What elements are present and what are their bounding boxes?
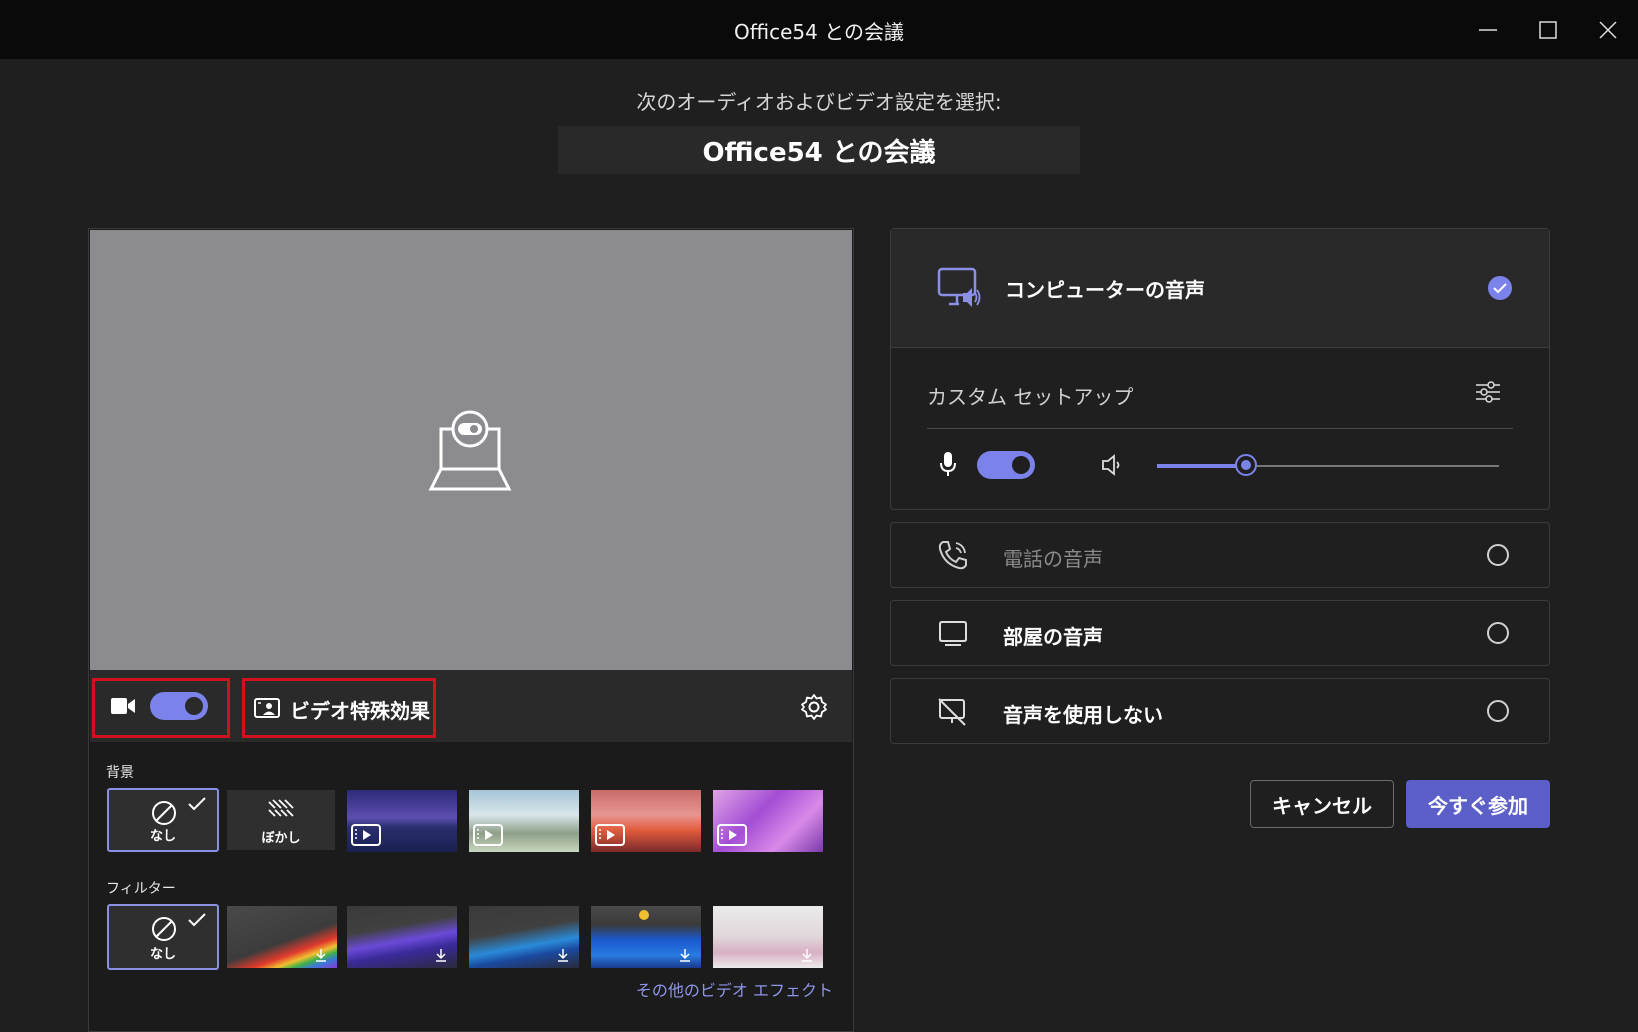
video-play-icon xyxy=(473,824,503,846)
camera-toggle[interactable] xyxy=(150,692,208,720)
background-tile-blur[interactable]: ぼかし xyxy=(227,790,335,850)
video-play-icon xyxy=(351,824,381,846)
title-bar: Office54 との会議 xyxy=(0,0,1638,59)
filter-tile-pink-smoke[interactable] xyxy=(713,906,823,968)
video-camera-icon xyxy=(111,698,135,714)
camera-off-icon xyxy=(428,410,512,491)
none-icon xyxy=(152,801,176,825)
settings-subtitle: 次のオーディオおよびビデオ設定を選択: xyxy=(636,90,1002,114)
checkmark-icon xyxy=(188,913,206,927)
no-audio-label: 音声を使用しない xyxy=(1003,703,1163,727)
filter-tile-blue-wave[interactable] xyxy=(469,906,579,968)
meeting-name: Office54 との会議 xyxy=(702,137,936,168)
maximize-icon xyxy=(1539,21,1557,39)
phone-audio-option[interactable]: 電話の音声 xyxy=(890,522,1550,588)
room-device-icon xyxy=(939,621,967,646)
custom-setup-label: カスタム セットアップ xyxy=(927,385,1134,409)
selected-check-icon xyxy=(1488,276,1512,300)
join-now-button-label: 今すぐ参加 xyxy=(1428,793,1528,818)
video-effects-button[interactable]: ビデオ特殊効果 xyxy=(242,678,436,738)
microphone-toggle[interactable] xyxy=(977,451,1035,479)
background-section-label: 背景 xyxy=(106,765,134,781)
video-play-icon xyxy=(717,824,747,846)
more-video-effects-link[interactable]: その他のビデオ エフェクト xyxy=(636,977,833,1001)
microphone-icon xyxy=(940,452,956,476)
video-preview xyxy=(90,230,852,670)
filter-tile-purple-wave[interactable] xyxy=(347,906,457,968)
minimize-icon xyxy=(1479,29,1497,31)
filter-tile-rainbow[interactable] xyxy=(227,906,337,968)
tile-label: なし xyxy=(149,947,176,962)
blur-icon xyxy=(268,799,294,817)
checkmark-icon xyxy=(188,797,206,811)
audio-off-icon xyxy=(938,698,966,726)
divider xyxy=(927,428,1513,429)
background-tile-pink-clouds[interactable] xyxy=(591,790,701,852)
speaker-volume-handle[interactable] xyxy=(1234,454,1257,476)
speaker-icon xyxy=(1102,454,1120,476)
video-control-bar: ビデオ特殊効果 xyxy=(90,670,852,742)
video-effects-label: ビデオ特殊効果 xyxy=(290,699,430,723)
download-icon xyxy=(680,949,690,962)
filter-section-label: フィルター xyxy=(106,881,176,897)
join-now-button[interactable]: 今すぐ参加 xyxy=(1406,780,1550,828)
video-effects-icon xyxy=(254,698,280,718)
room-audio-label: 部屋の音声 xyxy=(1003,625,1103,649)
minimize-button[interactable] xyxy=(1468,10,1508,50)
tile-label: ぼかし xyxy=(261,831,301,846)
computer-speaker-icon xyxy=(937,267,981,307)
cancel-button[interactable]: キャンセル xyxy=(1250,780,1394,828)
background-tile-snowy-trees[interactable] xyxy=(469,790,579,852)
filter-tile-none[interactable]: なし xyxy=(107,904,219,970)
background-tile-none[interactable]: なし xyxy=(107,788,219,852)
no-audio-option[interactable]: 音声を使用しない xyxy=(890,678,1550,744)
settings-gear-icon[interactable] xyxy=(800,693,828,721)
video-play-icon xyxy=(595,824,625,846)
video-panel: ビデオ特殊効果 背景 なし ぼかし フィルター なし その他のビデオ エフェクト xyxy=(88,228,854,1032)
meeting-name-field: Office54 との会議 xyxy=(558,126,1080,174)
tile-label: なし xyxy=(149,829,176,844)
no-audio-radio[interactable] xyxy=(1487,700,1509,722)
close-icon xyxy=(1599,21,1617,39)
maximize-button[interactable] xyxy=(1528,10,1568,50)
download-icon xyxy=(802,949,812,962)
room-audio-option[interactable]: 部屋の音声 xyxy=(890,600,1550,666)
speaker-volume-fill xyxy=(1157,464,1246,468)
background-tile-purple-mountains[interactable] xyxy=(347,790,457,852)
phone-audio-radio[interactable] xyxy=(1487,544,1509,566)
computer-audio-option[interactable]: コンピューターの音声 xyxy=(891,229,1549,348)
filter-tile-blue-whale[interactable] xyxy=(591,906,701,968)
download-icon xyxy=(558,949,568,962)
download-icon xyxy=(436,949,446,962)
computer-audio-label: コンピューターの音声 xyxy=(1005,278,1205,302)
room-audio-radio[interactable] xyxy=(1487,622,1509,644)
background-tile-purple-flowers[interactable] xyxy=(713,790,823,852)
computer-audio-card: コンピューターの音声 カスタム セットアップ xyxy=(890,228,1550,510)
window-title: Office54 との会議 xyxy=(734,20,904,44)
download-icon xyxy=(316,949,326,962)
phone-icon xyxy=(938,541,967,570)
device-settings-icon[interactable] xyxy=(1475,379,1501,405)
none-icon xyxy=(152,917,176,941)
phone-audio-label: 電話の音声 xyxy=(1003,547,1103,571)
close-button[interactable] xyxy=(1588,10,1628,50)
cancel-button-label: キャンセル xyxy=(1272,793,1372,818)
